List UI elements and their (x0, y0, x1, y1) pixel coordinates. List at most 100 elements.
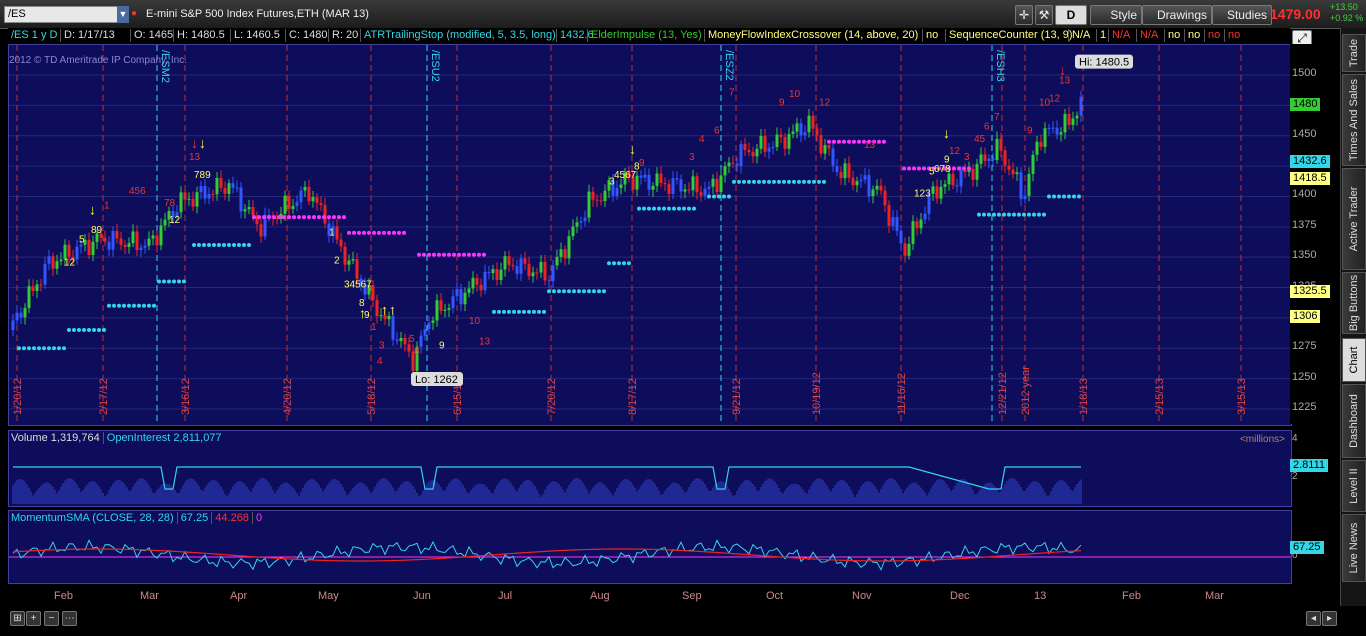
candle-body (727, 162, 731, 167)
time-axis-label: Sep (682, 590, 702, 602)
trailing-stop-dot (962, 166, 966, 171)
trailing-stop-dot (337, 215, 341, 220)
symbol-input[interactable]: /ES (4, 6, 122, 23)
candle-body (199, 185, 203, 193)
atr-study-label[interactable]: ATRTrailingStop (modified, 5, 3.5, long) (360, 29, 559, 42)
trailing-stop-dot (497, 309, 501, 314)
trailing-stop-dot (817, 179, 821, 184)
trailing-stop-dot (242, 243, 246, 248)
mfi-study-value: no (922, 29, 941, 42)
sequence-counter-label: 7 (729, 88, 735, 99)
price-axis-tick: 1500 (1292, 67, 1317, 79)
candle-body (795, 123, 799, 132)
sidebar-tab-chart[interactable]: Chart (1342, 338, 1366, 382)
studies-button[interactable]: Studies (1212, 5, 1272, 25)
candle-body (815, 128, 819, 136)
candle-body (519, 258, 523, 274)
sequence-counter-label: 123 (914, 188, 931, 199)
trailing-stop-dot (667, 206, 671, 211)
candle-body (647, 174, 651, 190)
volume-panel[interactable]: Volume 1,319,764 OpenInterest 2,811,077 … (8, 430, 1292, 507)
seq-study-label[interactable]: SequenceCounter (13, 9) (945, 29, 1076, 42)
trailing-stop-dot (657, 206, 661, 211)
trailing-stop-dot (582, 289, 586, 294)
crosshair-icon[interactable]: ✛ (1015, 5, 1033, 25)
zoom-out-icon[interactable]: − (44, 611, 59, 626)
candle-body (243, 209, 247, 212)
drawings-button[interactable]: Drawings (1142, 5, 1212, 25)
candle-body (467, 288, 471, 293)
candle-body (723, 166, 727, 176)
trailing-stop-dot (847, 139, 851, 144)
sidebar-tab-times-and-sales[interactable]: Times And Sales (1342, 74, 1366, 166)
candle-body (355, 259, 359, 279)
candle-body (515, 266, 519, 274)
trailing-stop-dot (1022, 212, 1026, 217)
sequence-counter-label: 12 (1049, 94, 1061, 105)
trailing-stop-dot (417, 252, 421, 257)
candle-body (855, 181, 859, 186)
trailing-stop-dot (352, 230, 356, 235)
oi-label: OpenInterest (102, 432, 171, 444)
candle-body (143, 245, 147, 248)
aggregation-button[interactable]: D (1055, 5, 1087, 25)
sidebar-tab-live-news[interactable]: Live News (1342, 514, 1366, 582)
wrench-icon[interactable]: ⚒ (1035, 5, 1053, 25)
trailing-stop-dot (387, 230, 391, 235)
trailing-stop-dot (562, 289, 566, 294)
candle-body (639, 175, 643, 178)
candle-body (163, 219, 167, 226)
trailing-stop-dot (102, 328, 106, 333)
trailing-stop-dot (572, 289, 576, 294)
trailing-stop-dot (827, 139, 831, 144)
candle-body (335, 226, 339, 240)
date-label: 7/20/12 (546, 378, 558, 415)
link-icon[interactable]: ● (131, 8, 141, 20)
trailing-stop-dot (327, 215, 331, 220)
symbol-dropdown-icon[interactable]: ▼ (117, 6, 129, 23)
zoom-in-icon[interactable]: + (26, 611, 41, 626)
seq-val: N/A (1108, 29, 1133, 42)
trailing-stop-dot (312, 215, 316, 220)
scroll-right-icon[interactable]: ▸ (1322, 611, 1337, 626)
date-label: 2/17/12 (98, 378, 110, 415)
trailing-stop-dot (882, 139, 886, 144)
trailing-stop-dot (957, 166, 961, 171)
candle-body (667, 184, 671, 194)
trailing-stop-dot (147, 303, 151, 308)
elder-study-label[interactable]: ElderImpulse (13, Yes) (587, 29, 705, 42)
mfi-study-label[interactable]: MoneyFlowIndexCrossover (14, above, 20) (704, 29, 921, 42)
sidebar-tab-big-buttons[interactable]: Big Buttons (1342, 272, 1366, 334)
zoom-options-icon[interactable]: ⋯ (62, 611, 77, 626)
candle-body (491, 269, 495, 273)
sequence-counter-label: 6 (414, 346, 420, 357)
candle-body (755, 148, 759, 157)
scroll-left-icon[interactable]: ◂ (1306, 611, 1321, 626)
trailing-stop-dot (292, 215, 296, 220)
candle-body (951, 173, 955, 186)
zoom-fit-icon[interactable]: ⊞ (10, 611, 25, 626)
trailing-stop-dot (727, 194, 731, 199)
candle-body (767, 147, 771, 152)
trailing-stop-dot (172, 279, 176, 284)
trailing-stop-dot (917, 166, 921, 171)
trailing-stop-dot (617, 261, 621, 266)
sidebar-tab-active-trader[interactable]: Active Trader (1342, 168, 1366, 270)
sidebar-tab-dashboard[interactable]: Dashboard (1342, 384, 1366, 458)
price-chart-panel[interactable]: 1/20/12 2/17/12 3/16/12 4/20/12 5/18/12 6/15/… (8, 44, 1292, 426)
sequence-counter-label: 34567 (344, 280, 372, 291)
momentum-panel[interactable]: MomentumSMA (CLOSE, 28, 28) 67.25 44.268… (8, 510, 1292, 584)
price-chart-svg: 1/20/12 2/17/12 3/16/12 4/20/12 5/18/12 6/15/… (9, 45, 1291, 425)
candle-body (195, 192, 199, 207)
candle-body (259, 224, 263, 237)
candle-body (555, 256, 559, 266)
trailing-stop-dot (707, 194, 711, 199)
trailing-stop-dot (722, 194, 726, 199)
candle-body (683, 189, 687, 192)
sequence-counter-label: 10 (469, 316, 481, 327)
sidebar-tab-level-ii[interactable]: Level II (1342, 460, 1366, 512)
trailing-stop-dot (802, 179, 806, 184)
candle-body (483, 271, 487, 291)
sidebar-tab-trade[interactable]: Trade (1342, 34, 1366, 72)
style-button[interactable]: Style (1090, 5, 1142, 25)
